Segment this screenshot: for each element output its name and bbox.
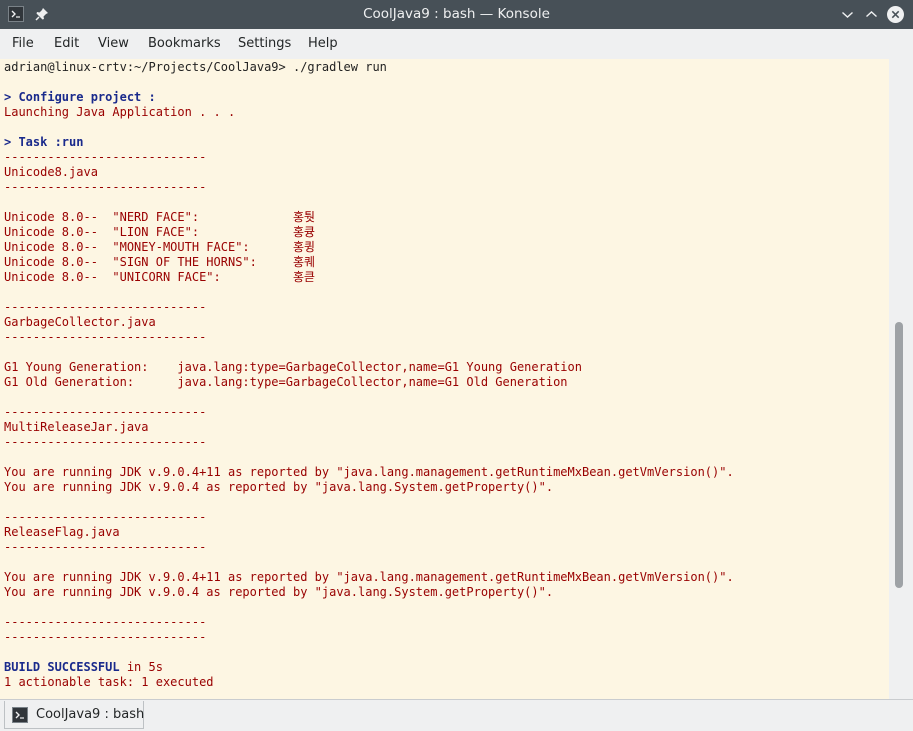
- chevron-up-icon: [866, 11, 877, 18]
- terminal-line: Launching Java Application . . .: [4, 105, 236, 119]
- tab-coolJava9-bash[interactable]: CoolJava9 : bash: [4, 701, 144, 729]
- terminal-icon: [12, 707, 28, 723]
- terminal-icon[interactable]: [8, 6, 24, 22]
- menu-file[interactable]: File: [12, 29, 34, 59]
- window-title: CoolJava9 : bash — Konsole: [363, 6, 550, 22]
- terminal-line: ----------------------------: [4, 300, 207, 314]
- tab-bar: CoolJava9 : bash: [0, 699, 913, 731]
- terminal-line: ReleaseFlag.java: [4, 525, 120, 539]
- menu-bar: File Edit View Bookmarks Settings Help: [0, 29, 913, 59]
- terminal-line: ----------------------------: [4, 180, 207, 194]
- terminal-line: ----------------------------: [4, 405, 207, 419]
- close-button[interactable]: [886, 5, 905, 24]
- terminal-line: Unicode 8.0-- "LION FACE": 홍큥: [4, 225, 316, 239]
- terminal-line: You are running JDK v.9.0.4+11 as report…: [4, 465, 734, 479]
- tab-label: CoolJava9 : bash: [36, 707, 145, 722]
- terminal-line: ----------------------------: [4, 510, 207, 524]
- terminal-line: G1 Young Generation: java.lang:type=Garb…: [4, 360, 582, 374]
- close-icon: [887, 6, 904, 23]
- terminal-line: MultiReleaseJar.java: [4, 420, 149, 434]
- terminal-line: Unicode8.java: [4, 165, 98, 179]
- terminal-line: BUILD SUCCESSFUL in 5s: [4, 660, 734, 675]
- terminal-line: ----------------------------: [4, 150, 207, 164]
- terminal-line: ----------------------------: [4, 630, 207, 644]
- pin-icon[interactable]: [34, 6, 50, 22]
- terminal-line: 1 actionable task: 1 executed: [4, 675, 214, 689]
- terminal-line: Unicode 8.0-- "NERD FACE": 홍퉛: [4, 210, 316, 224]
- terminal-line: G1 Old Generation: java.lang:type=Garbag…: [4, 375, 568, 389]
- terminal-line: ----------------------------: [4, 330, 207, 344]
- terminal-line: Unicode 8.0-- "MONEY-MOUTH FACE": 홍큉: [4, 240, 316, 254]
- menu-view[interactable]: View: [98, 29, 129, 59]
- scrollbar-thumb[interactable]: [895, 322, 903, 588]
- terminal-line: ----------------------------: [4, 615, 207, 629]
- terminal-line: You are running JDK v.9.0.4 as reported …: [4, 480, 554, 494]
- terminal-line: You are running JDK v.9.0.4+11 as report…: [4, 570, 734, 584]
- title-bar[interactable]: CoolJava9 : bash — Konsole: [0, 0, 913, 29]
- terminal-line: > Task :run: [4, 135, 84, 149]
- terminal-line: Unicode 8.0-- "UNICORN FACE": 홍큳: [4, 270, 316, 284]
- terminal-line: > Configure project :: [4, 90, 156, 104]
- build-status: BUILD SUCCESSFUL: [4, 660, 120, 674]
- terminal-line: GarbageCollector.java: [4, 315, 156, 329]
- menu-settings[interactable]: Settings: [238, 29, 291, 59]
- terminal-line: ----------------------------: [4, 540, 207, 554]
- minimize-button[interactable]: [838, 5, 857, 24]
- terminal-lines: adrian@linux-crtv:~/Projects/CoolJava9> …: [4, 60, 734, 690]
- menu-bookmarks[interactable]: Bookmarks: [148, 29, 221, 59]
- maximize-button[interactable]: [862, 5, 881, 24]
- terminal-line: You are running JDK v.9.0.4 as reported …: [4, 585, 554, 599]
- menu-help[interactable]: Help: [308, 29, 338, 59]
- terminal-line: Unicode 8.0-- "SIGN OF THE HORNS": 홍퀘: [4, 255, 316, 269]
- menu-edit[interactable]: Edit: [54, 29, 79, 59]
- build-duration: in 5s: [119, 660, 163, 674]
- terminal-line: ----------------------------: [4, 435, 207, 449]
- chevron-down-icon: [842, 11, 853, 18]
- terminal-output[interactable]: adrian@linux-crtv:~/Projects/CoolJava9> …: [0, 59, 889, 699]
- terminal-line: adrian@linux-crtv:~/Projects/CoolJava9> …: [4, 60, 387, 74]
